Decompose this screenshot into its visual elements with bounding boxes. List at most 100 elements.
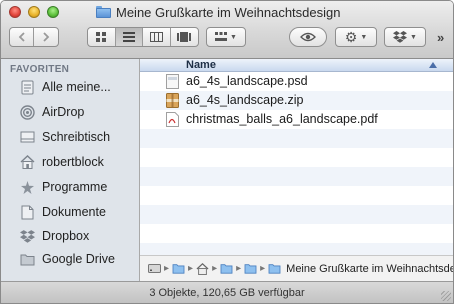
sidebar-item-google-drive[interactable]: Google Drive: [19, 250, 115, 268]
column-header-name[interactable]: Name: [140, 59, 453, 72]
sidebar-item-home[interactable]: robertblock: [19, 153, 104, 171]
arrange-menu-inner: ▼: [207, 28, 245, 46]
window-title-area: Meine Grußkarte im Weihnachtsdesign: [96, 4, 340, 20]
sidebar-item-all-files[interactable]: Alle meine...: [19, 78, 111, 96]
eye-icon: [300, 32, 316, 42]
arrange-menu-button[interactable]: ▼: [206, 27, 246, 47]
psd-file-icon: [166, 74, 179, 89]
chevron-right-icon: ▸: [236, 263, 242, 274]
dropbox-icon: [393, 31, 408, 43]
folder-icon[interactable]: [220, 263, 233, 275]
all-files-icon: [19, 79, 35, 95]
forward-button[interactable]: [34, 28, 58, 46]
quick-look-inner: [290, 28, 326, 46]
file-rows: a6_4s_landscape.psd a6_4s_landscape.zip …: [140, 72, 453, 255]
status-bar: 3 Objekte, 120,65 GB verfügbar: [1, 281, 453, 303]
applications-icon: [19, 179, 35, 195]
chevron-down-icon: ▼: [360, 33, 368, 41]
airdrop-icon: [19, 104, 35, 120]
chevron-right-icon: ▸: [164, 263, 170, 274]
chevron-down-icon: ▼: [230, 33, 237, 41]
empty-row: [140, 148, 453, 167]
back-forward-control: [9, 27, 59, 47]
dropbox-icon: [19, 228, 35, 244]
columns-icon: [149, 32, 163, 42]
empty-row: [140, 205, 453, 224]
title-bar: Meine Grußkarte im Weihnachtsdesign ▼ ⚙ …: [1, 1, 453, 59]
empty-row: [140, 167, 453, 186]
folder-icon: [96, 6, 111, 18]
pdf-file-icon: [166, 112, 179, 127]
sidebar-section-favorites: FAVORITEN: [10, 64, 70, 75]
coverflow-icon: [177, 32, 192, 42]
home-icon[interactable]: [196, 262, 209, 275]
sidebar-item-dropbox[interactable]: Dropbox: [19, 227, 89, 245]
file-row[interactable]: a6_4s_landscape.zip: [140, 91, 453, 110]
dropbox-menu-inner: ▼: [385, 28, 425, 46]
column-view-button[interactable]: [143, 28, 171, 46]
folder-icon: [268, 263, 281, 275]
sidebar-item-label: Alle meine...: [42, 80, 111, 94]
sidebar-item-airdrop[interactable]: AirDrop: [19, 103, 84, 121]
quick-look-button[interactable]: [289, 27, 327, 47]
desktop-icon: [19, 129, 35, 145]
folder-icon: [19, 251, 35, 267]
sidebar-item-label: Schreibtisch: [42, 130, 111, 144]
back-button[interactable]: [10, 28, 34, 46]
file-name: christmas_balls_a6_landscape.pdf: [186, 112, 378, 126]
minimize-window-button[interactable]: [28, 6, 40, 18]
sidebar-item-label: robertblock: [42, 155, 104, 169]
empty-row: [140, 224, 453, 243]
arrange-icon: [215, 32, 228, 41]
finder-window: Meine Grußkarte im Weihnachtsdesign ▼ ⚙ …: [0, 0, 454, 304]
grid-icon: [96, 32, 107, 42]
file-name: a6_4s_landscape.psd: [186, 74, 308, 88]
coverflow-view-button[interactable]: [171, 28, 198, 46]
list-view-button[interactable]: [115, 28, 143, 46]
sidebar: FAVORITEN Alle meine... AirDrop Schreibt…: [1, 59, 140, 281]
action-menu-button[interactable]: ⚙ ▼: [335, 27, 377, 47]
chevron-right-icon: [43, 32, 50, 42]
sidebar-item-label: Dokumente: [42, 205, 106, 219]
zip-file-icon: [166, 93, 179, 108]
window-title: Meine Grußkarte im Weihnachtsdesign: [116, 4, 341, 20]
view-mode-control: [87, 27, 199, 47]
empty-row: [140, 129, 453, 148]
chevron-right-icon: ▸: [260, 263, 266, 274]
status-text: 3 Objekte, 120,65 GB verfügbar: [149, 287, 305, 299]
documents-icon: [19, 204, 35, 220]
sort-ascending-icon: [429, 62, 437, 68]
icon-view-button[interactable]: [88, 28, 116, 46]
sidebar-item-label: Dropbox: [42, 229, 90, 243]
folder-icon[interactable]: [172, 263, 185, 275]
sidebar-item-label: Google Drive: [42, 252, 115, 266]
sidebar-item-label: AirDrop: [42, 105, 85, 119]
chevron-left-icon: [18, 32, 25, 42]
file-name: a6_4s_landscape.zip: [186, 93, 304, 107]
list-icon: [122, 32, 135, 42]
close-window-button[interactable]: [9, 6, 21, 18]
file-row[interactable]: christmas_balls_a6_landscape.pdf: [140, 110, 453, 129]
resize-grip-icon[interactable]: [441, 291, 451, 301]
file-list: Name a6_4s_landscape.psd a6_4s_landscape…: [140, 59, 453, 255]
sidebar-item-applications[interactable]: Programme: [19, 178, 107, 196]
dropbox-menu-button[interactable]: ▼: [384, 27, 426, 47]
chevron-down-icon: ▼: [410, 33, 417, 41]
sidebar-item-documents[interactable]: Dokumente: [19, 203, 106, 221]
disk-icon[interactable]: [148, 263, 161, 275]
empty-row: [140, 186, 453, 205]
file-row[interactable]: a6_4s_landscape.psd: [140, 72, 453, 91]
action-menu-inner: ⚙ ▼: [336, 28, 376, 46]
folder-icon[interactable]: [244, 263, 257, 275]
gear-icon: ⚙: [344, 28, 358, 45]
home-icon: [19, 154, 35, 170]
sidebar-item-label: Programme: [42, 180, 108, 194]
path-current-folder[interactable]: Meine Grußkarte im Weihnachtsdesign: [286, 263, 453, 275]
chevron-right-icon: ▸: [212, 263, 218, 274]
column-header-label: Name: [186, 59, 216, 71]
chevron-right-icon: ▸: [188, 263, 194, 274]
zoom-window-button[interactable]: [47, 6, 59, 18]
sidebar-item-desktop[interactable]: Schreibtisch: [19, 128, 110, 146]
toolbar-overflow-button[interactable]: »: [437, 30, 444, 45]
empty-row: [140, 243, 453, 255]
